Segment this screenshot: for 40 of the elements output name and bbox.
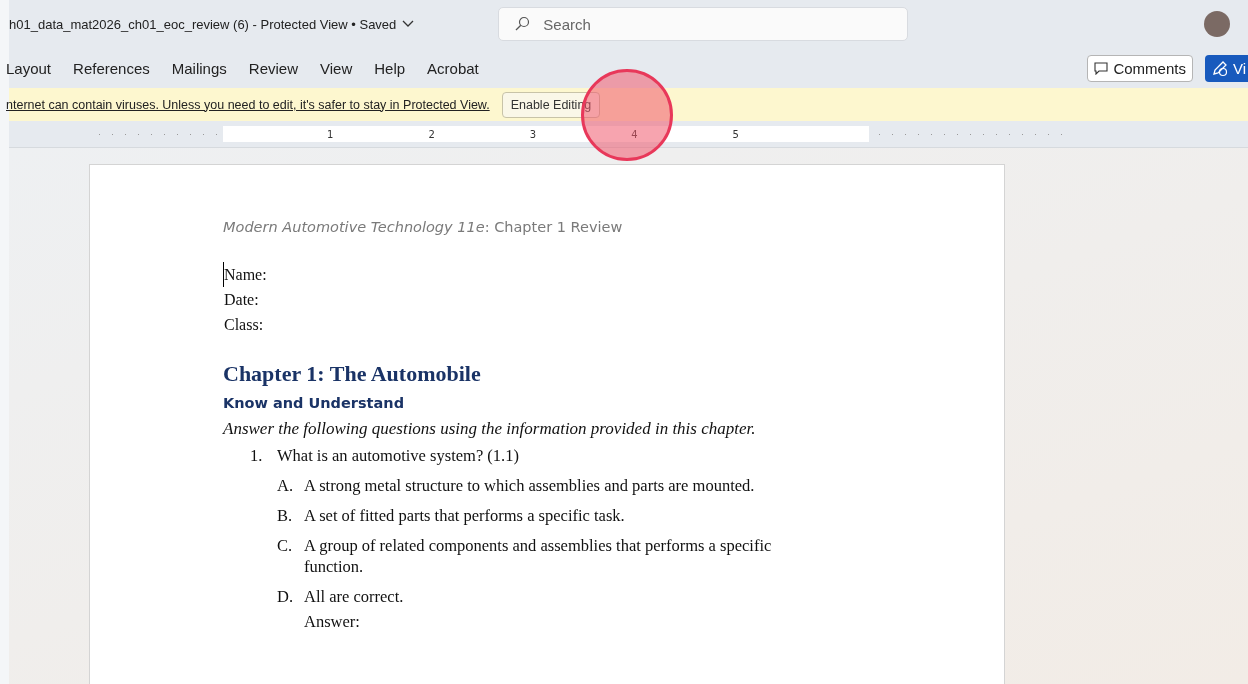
pen-icon [1210,59,1229,77]
ribbon-tab[interactable]: Mailings [161,52,237,84]
form-label: Name: [223,262,1004,287]
option-text: A group of related components and assemblies that performs a specific function. [304,535,773,577]
question-text: What is an automotive system? (1.1) [277,446,519,466]
search-icon [514,16,531,32]
option-letter: A. [277,475,295,496]
chevron-icon[interactable] [402,20,415,28]
comments-button[interactable]: Comments [1087,54,1193,82]
form-label: Date: [223,290,260,310]
warning-message[interactable]: nternet can contain viruses. Unless you need to edit, it's safer to stay in Protected View. [6,97,490,112]
option-text: A strong metal structure to which assemblies and parts are mounted. [304,475,756,496]
option-letter: D. [277,586,295,607]
ribbon-tab[interactable]: Acrobat [417,52,489,84]
instructions: Answer the following questions using the information provided in this chapter. [223,419,757,439]
ribbon-tab[interactable]: Review [238,52,308,84]
document-header: Modern Automotive Technology 11e: Chapter 1 Review [223,219,624,235]
ruler-number: 2 [428,128,435,140]
form-label: Class: [223,315,265,335]
ruler-number: 5 [732,128,739,140]
comment-icon [1094,61,1109,75]
ribbon-tab[interactable]: Help [364,52,416,84]
window-title: h01_data_mat2026_ch01_eoc_review (6) - Protected View • Saved [9,16,397,32]
chapter-heading: Chapter 1: The Automobile [223,361,482,387]
question-number: 1. [250,446,264,466]
view-button[interactable]: Vi [1204,54,1248,82]
ribbon-tab[interactable]: Layout [6,52,62,84]
option-letter: C. [277,535,294,557]
section-heading: Know and Understand [223,395,405,411]
ruler-number: 1 [327,128,334,140]
answer-label: Answer: [303,612,361,632]
search-field[interactable]: Search [498,7,909,41]
ribbon-tab[interactable]: View [310,52,363,84]
option-text: A set of fitted parts that performs a specific task. [304,505,626,526]
option-letter: B. [277,505,294,526]
ruler-number: 3 [529,128,537,140]
ribbon-tab[interactable]: References [63,52,160,84]
avatar[interactable] [1204,11,1230,37]
option-text: All are correct. [304,586,405,607]
ruler-number: 4 [631,128,638,140]
